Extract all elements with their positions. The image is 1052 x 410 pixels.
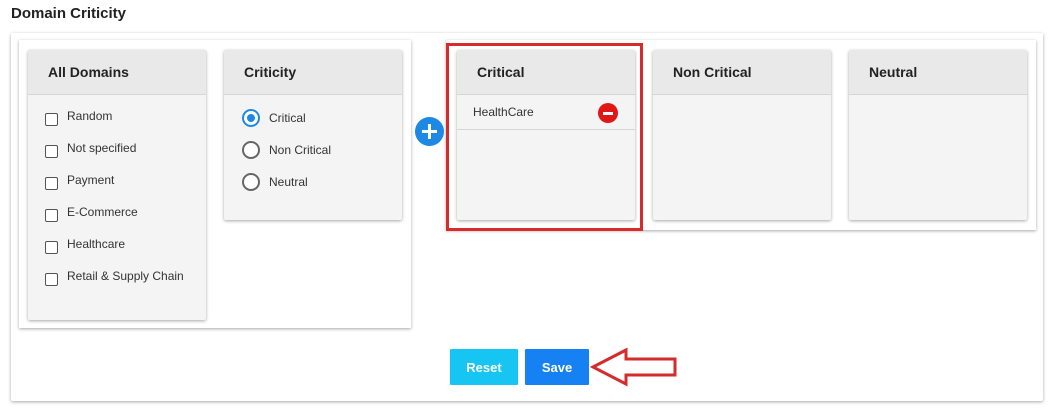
- arrow-annotation-icon: [590, 347, 677, 387]
- domain-option-healthcare[interactable]: Healthcare: [45, 237, 125, 254]
- domain-option-retail[interactable]: Retail & Supply Chain: [45, 269, 184, 286]
- domain-option-random[interactable]: Random: [45, 109, 112, 126]
- checkbox[interactable]: [45, 273, 58, 286]
- criticity-option-label: Critical: [269, 111, 306, 125]
- domain-option-e-commerce[interactable]: E-Commerce: [45, 205, 138, 222]
- criticity-option-neutral[interactable]: Neutral: [242, 173, 308, 191]
- plus-icon-vertical: [428, 124, 431, 139]
- non-critical-card: Non Critical: [653, 50, 831, 220]
- domain-option-label: E-Commerce: [67, 205, 138, 219]
- domain-option-label: Random: [67, 109, 113, 123]
- criticity-option-non-critical[interactable]: Non Critical: [242, 141, 331, 159]
- domain-option-label: Healthcare: [67, 237, 126, 251]
- radio-button[interactable]: [242, 109, 260, 127]
- checkbox[interactable]: [45, 113, 58, 126]
- minus-circle-icon: [603, 111, 613, 115]
- criticity-header: Criticity: [224, 50, 402, 95]
- critical-header: Critical: [457, 50, 635, 95]
- criticity-option-label: Neutral: [269, 175, 308, 189]
- all-domains-header: All Domains: [28, 50, 206, 95]
- critical-item-healthcare: HealthCare: [457, 95, 635, 130]
- domain-option-label: Not specified: [67, 141, 137, 155]
- save-button[interactable]: Save: [525, 349, 589, 385]
- remove-button[interactable]: [598, 103, 618, 123]
- criticity-option-critical[interactable]: Critical: [242, 109, 306, 127]
- radio-button[interactable]: [242, 141, 260, 159]
- neutral-card: Neutral: [849, 50, 1027, 220]
- neutral-header: Neutral: [849, 50, 1027, 95]
- radio-button[interactable]: [242, 173, 260, 191]
- checkbox[interactable]: [45, 177, 58, 190]
- domain-option-label: Payment: [67, 173, 115, 187]
- criticity-option-label: Non Critical: [269, 143, 332, 157]
- critical-item-label: HealthCare: [473, 105, 534, 119]
- non-critical-header: Non Critical: [653, 50, 831, 95]
- domain-option-not-specified[interactable]: Not specified: [45, 141, 136, 158]
- checkbox[interactable]: [45, 241, 58, 254]
- domain-option-label: Retail & Supply Chain: [67, 269, 184, 283]
- domain-option-payment[interactable]: Payment: [45, 173, 114, 190]
- critical-card: Critical HealthCare: [457, 50, 635, 220]
- checkbox[interactable]: [45, 209, 58, 222]
- add-button[interactable]: [415, 117, 444, 146]
- page-title: Domain Criticity: [11, 5, 127, 22]
- criticity-card: Criticity Critical Non Critical Neutral: [224, 50, 402, 220]
- all-domains-card: All Domains Random Not specified Payment…: [28, 50, 206, 320]
- checkbox[interactable]: [45, 145, 58, 158]
- reset-button[interactable]: Reset: [450, 349, 518, 385]
